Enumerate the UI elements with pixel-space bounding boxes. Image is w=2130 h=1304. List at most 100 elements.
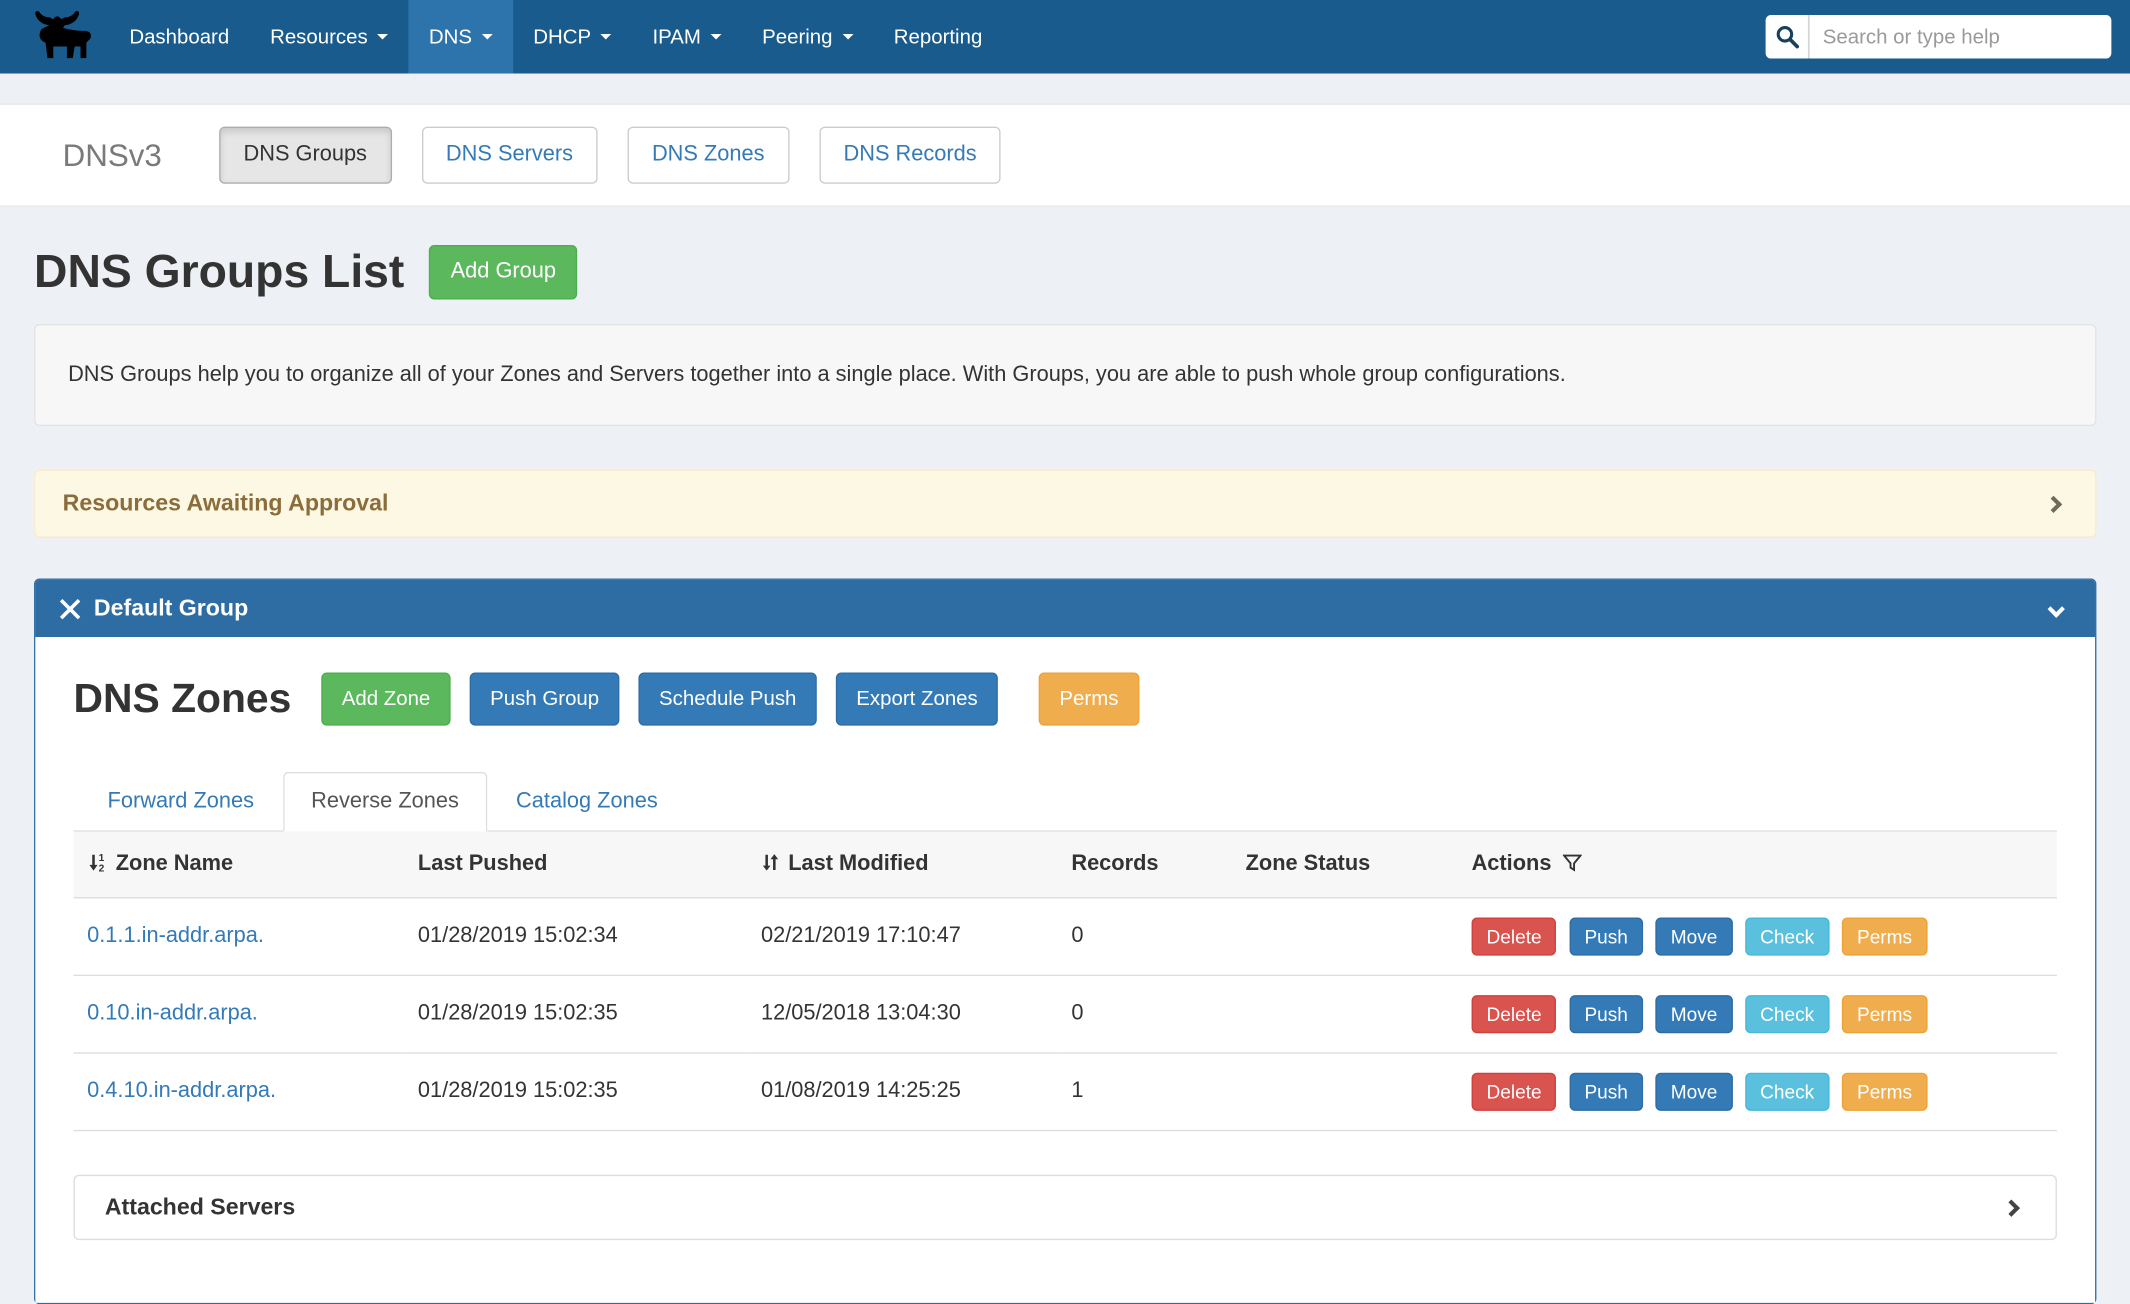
group-panel-title: Default Group [94, 595, 248, 622]
column-header-last-modified[interactable]: Last Modified [747, 832, 1057, 898]
header-label: Zone Status [1246, 852, 1371, 875]
last-pushed-cell: 01/28/2019 15:02:34 [404, 898, 747, 976]
row-perms-button[interactable]: Perms [1842, 918, 1927, 956]
header-label: Last Modified [788, 852, 928, 875]
nav-item-reporting[interactable]: Reporting [873, 0, 1002, 74]
nav-item-dhcp[interactable]: DHCP [513, 0, 632, 74]
table-row: 0.4.10.in-addr.arpa. 01/28/2019 15:02:35… [74, 1053, 2057, 1131]
page-title: DNS Groups List [34, 246, 404, 299]
records-cell: 0 [1058, 898, 1232, 976]
check-button[interactable]: Check [1745, 918, 1829, 956]
zone-status-cell [1232, 1053, 1458, 1131]
caret-down-icon [482, 34, 493, 39]
filter-icon[interactable] [1562, 854, 1581, 873]
last-modified-cell: 02/21/2019 17:10:47 [747, 898, 1057, 976]
groups-description: DNS Groups help you to organize all of y… [34, 324, 2096, 426]
nav-item-dashboard[interactable]: Dashboard [109, 0, 250, 74]
nav-label: Resources [270, 25, 368, 48]
column-header-records[interactable]: Records [1058, 832, 1232, 898]
attached-servers-panel[interactable]: Attached Servers [74, 1175, 2057, 1240]
nav-label: Peering [762, 25, 832, 48]
app-root: Dashboard Resources DNS DHCP IPAM Peerin… [0, 0, 2130, 1243]
actions-cell: Delete Push Move Check Perms [1458, 976, 2057, 1054]
svg-text:2: 2 [99, 864, 105, 873]
delete-button[interactable]: Delete [1472, 1073, 1557, 1111]
records-cell: 0 [1058, 976, 1232, 1054]
nav-item-dns[interactable]: DNS [409, 0, 513, 74]
nav-item-ipam[interactable]: IPAM [632, 0, 742, 74]
title-row: DNS Groups List Add Group [34, 245, 2096, 299]
row-perms-button[interactable]: Perms [1842, 995, 1927, 1033]
push-button[interactable]: Push [1569, 995, 1642, 1033]
row-perms-button[interactable]: Perms [1842, 1073, 1927, 1111]
move-button[interactable]: Move [1656, 918, 1733, 956]
records-cell: 1 [1058, 1053, 1232, 1131]
chevron-right-icon [2045, 495, 2062, 512]
table-row: 0.1.1.in-addr.arpa. 01/28/2019 15:02:34 … [74, 898, 2057, 976]
delete-button[interactable]: Delete [1472, 995, 1557, 1033]
dns-zones-header: DNS Zones Add Zone Push Group Schedule P… [74, 673, 2057, 726]
zone-status-cell [1232, 898, 1458, 976]
resources-awaiting-approval-panel[interactable]: Resources Awaiting Approval [34, 470, 2096, 538]
schedule-push-button[interactable]: Schedule Push [639, 673, 817, 726]
column-header-last-pushed[interactable]: Last Pushed [404, 832, 747, 898]
tab-catalog-zones[interactable]: Catalog Zones [487, 772, 686, 832]
delete-button[interactable]: Delete [1472, 918, 1557, 956]
close-icon[interactable] [60, 599, 80, 619]
actions-cell: Delete Push Move Check Perms [1458, 1053, 2057, 1131]
column-header-zone-name[interactable]: 1 2 Zone Name [74, 832, 405, 898]
table-header-row: 1 2 Zone Name Last Pushed [74, 832, 2057, 898]
header-label: Zone Name [116, 852, 233, 875]
nav-label: DHCP [533, 25, 591, 48]
perms-button[interactable]: Perms [1039, 673, 1139, 726]
tab-forward-zones[interactable]: Forward Zones [79, 772, 283, 832]
nav-label: DNS [429, 25, 472, 48]
attached-servers-title: Attached Servers [105, 1194, 295, 1221]
zone-name-link[interactable]: 0.10.in-addr.arpa. [87, 1002, 258, 1025]
dnsv3-brand: DNSv3 [63, 137, 162, 174]
navbar-search-group [1766, 15, 2112, 59]
header-label: Last Pushed [418, 852, 548, 875]
default-group-panel: Default Group DNS Zones Add Zone Push Gr… [34, 579, 2096, 1304]
push-button[interactable]: Push [1569, 918, 1642, 956]
column-header-zone-status[interactable]: Zone Status [1232, 832, 1458, 898]
export-zones-button[interactable]: Export Zones [836, 673, 998, 726]
add-zone-button[interactable]: Add Zone [321, 673, 450, 726]
check-button[interactable]: Check [1745, 995, 1829, 1033]
caret-down-icon [377, 34, 388, 39]
header-label: Actions [1472, 852, 1552, 875]
approval-panel-title: Resources Awaiting Approval [63, 490, 389, 517]
nav-item-peering[interactable]: Peering [742, 0, 874, 74]
zones-tabs: Forward Zones Reverse Zones Catalog Zone… [74, 772, 2057, 832]
move-button[interactable]: Move [1656, 995, 1733, 1033]
column-header-actions[interactable]: Actions [1458, 832, 2057, 898]
nav-item-resources[interactable]: Resources [250, 0, 409, 74]
dns-zones-heading: DNS Zones [74, 676, 292, 722]
nav-label: Reporting [894, 25, 983, 48]
nav-label: IPAM [652, 25, 700, 48]
add-group-button[interactable]: Add Group [429, 245, 578, 299]
subnav-dns-records-button[interactable]: DNS Records [819, 127, 1001, 184]
top-navbar: Dashboard Resources DNS DHCP IPAM Peerin… [0, 0, 2130, 74]
zone-name-link[interactable]: 0.1.1.in-addr.arpa. [87, 925, 264, 948]
sort-icon [761, 852, 780, 872]
tab-reverse-zones[interactable]: Reverse Zones [283, 772, 488, 832]
caret-down-icon [601, 34, 612, 39]
zone-name-link[interactable]: 0.4.10.in-addr.arpa. [87, 1080, 276, 1103]
move-button[interactable]: Move [1656, 1073, 1733, 1111]
default-group-panel-header[interactable]: Default Group [35, 580, 2095, 637]
subnav-dns-zones-button[interactable]: DNS Zones [627, 127, 789, 184]
moose-logo-icon[interactable] [19, 0, 109, 74]
search-icon[interactable] [1766, 15, 1810, 59]
check-button[interactable]: Check [1745, 1073, 1829, 1111]
search-input[interactable] [1809, 15, 2111, 59]
groups-description-text: DNS Groups help you to organize all of y… [68, 363, 1566, 386]
push-group-button[interactable]: Push Group [470, 673, 620, 726]
subnav-dns-servers-button[interactable]: DNS Servers [421, 127, 597, 184]
push-button[interactable]: Push [1569, 1073, 1642, 1111]
chevron-down-icon[interactable] [2048, 600, 2065, 617]
caret-down-icon [710, 34, 721, 39]
caret-down-icon [842, 34, 853, 39]
subnav-dns-groups-button[interactable]: DNS Groups [219, 127, 391, 184]
last-pushed-cell: 01/28/2019 15:02:35 [404, 1053, 747, 1131]
